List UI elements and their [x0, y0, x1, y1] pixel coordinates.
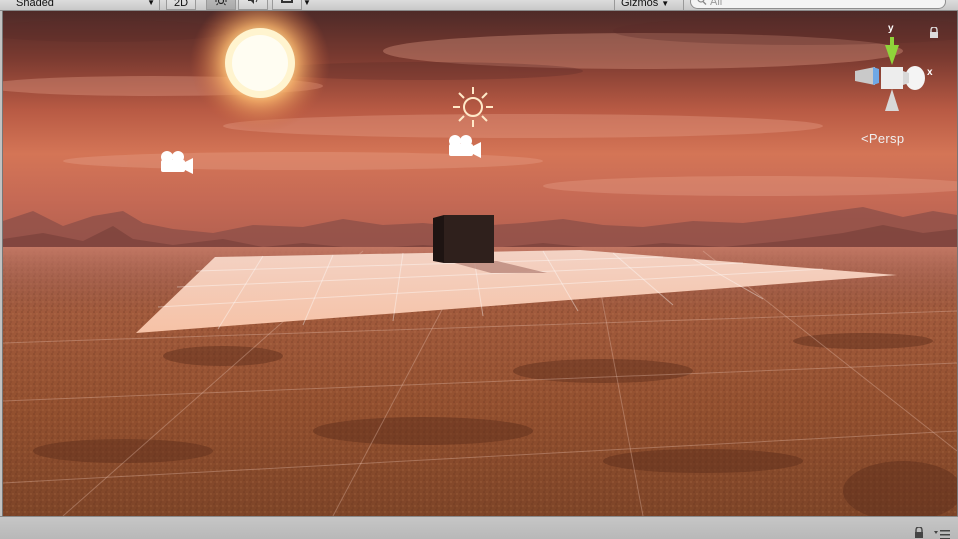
projection-label: Persp [868, 131, 905, 146]
lock-icon[interactable] [929, 27, 939, 39]
effects-chevron-icon[interactable]: ▼ [303, 0, 315, 10]
scene-toolbar: Shaded ▼ 2D ▼ Gizmos ▼ All [0, 0, 958, 11]
x-axis-label: x [927, 67, 933, 78]
search-placeholder: All [710, 0, 723, 8]
lock-icon[interactable] [914, 527, 924, 539]
status-bar [0, 516, 958, 539]
gizmos-dropdown[interactable]: Gizmos ▼ [614, 0, 684, 10]
y-axis-label: y [888, 23, 894, 34]
scene-effects-toggle[interactable] [272, 0, 302, 10]
scene-audio-toggle[interactable] [238, 0, 268, 10]
back-arrow-icon: < [861, 131, 869, 146]
scene-viewport[interactable]: y x <Persp [2, 11, 958, 516]
sun-gizmo-icon[interactable] [451, 85, 495, 129]
chevron-down-icon: ▼ [661, 0, 670, 8]
projection-toggle[interactable]: <Persp [861, 131, 904, 146]
scene-lighting-toggle[interactable] [206, 0, 236, 10]
mode-2d-label: 2D [173, 0, 189, 9]
camera-gizmo-icon[interactable] [157, 149, 195, 175]
camera-gizmo-icon[interactable] [444, 133, 484, 159]
search-icon [697, 0, 707, 5]
mode-2d-button[interactable]: 2D [166, 0, 196, 10]
draw-mode-label: Shaded [16, 0, 54, 9]
draw-mode-dropdown[interactable]: Shaded ▼ [0, 0, 160, 10]
sun-icon [215, 0, 227, 6]
gizmos-label: Gizmos [621, 0, 659, 9]
image-icon [281, 0, 293, 3]
cube[interactable] [433, 215, 494, 263]
axis-gizmo [855, 37, 925, 111]
chevron-down-icon: ▼ [147, 0, 155, 7]
hierarchy-search-field[interactable]: All [690, 0, 946, 9]
speaker-icon [248, 0, 258, 4]
orientation-gizmo[interactable]: y x [849, 23, 945, 141]
